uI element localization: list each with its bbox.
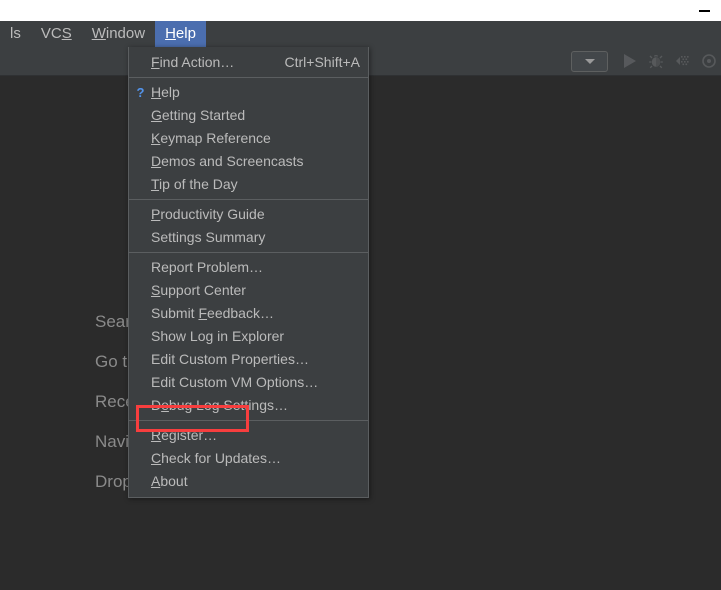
- menubar-item-help-label: elp: [175, 25, 196, 42]
- ide-window: ls VCS Window Help Sear Go t Recent Drop…: [0, 0, 721, 590]
- menu-item-edit-custom-properties-label: Edit Custom Properties…: [151, 351, 309, 367]
- menu-item-submit-feedback-label: Submit Feedback…: [151, 305, 274, 321]
- menu-item-about[interactable]: About: [129, 470, 368, 493]
- menu-item-tip-of-the-day-label: Tip of the Day: [151, 176, 238, 192]
- menu-item-getting-started[interactable]: Getting Started: [129, 104, 368, 127]
- welcome-row-search-label: Sear: [95, 312, 131, 331]
- menu-item-support-center[interactable]: Support Center: [129, 279, 368, 302]
- menu-item-getting-started-label: Getting Started: [151, 107, 246, 123]
- coverage-icon: [676, 56, 689, 66]
- menu-item-settings-summary[interactable]: Settings Summary: [129, 226, 368, 249]
- coverage-button[interactable]: [669, 48, 695, 74]
- menubar: ls VCS Window Help: [0, 21, 721, 47]
- profile-button[interactable]: [695, 48, 721, 74]
- menu-item-report-problem[interactable]: Report Problem…: [129, 256, 368, 279]
- menu-item-edit-custom-properties[interactable]: Edit Custom Properties…: [129, 348, 368, 371]
- menubar-item-vcs-label: VC: [40, 25, 62, 42]
- profile-icon: [702, 54, 716, 68]
- menu-separator-2: [129, 199, 368, 200]
- minimize-icon: [698, 9, 710, 12]
- menu-item-edit-custom-vm-options-label: Edit Custom VM Options…: [151, 374, 319, 390]
- window-titlebar: [0, 0, 721, 21]
- menu-item-productivity-guide-label: Productivity Guide: [151, 206, 265, 222]
- chevron-down-icon: [584, 58, 595, 64]
- menu-item-keymap-reference-label: Keymap Reference: [151, 130, 271, 146]
- menubar-item-window-mnemonic: W: [91, 25, 106, 42]
- menu-item-find-action[interactable]: Find Action… Ctrl+Shift+A: [129, 51, 368, 74]
- menubar-item-window-label: indow: [105, 25, 146, 42]
- menu-item-help-label: Help: [151, 84, 180, 100]
- menu-item-submit-feedback[interactable]: Submit Feedback…: [129, 302, 368, 325]
- menu-item-demos-and-screencasts-label: Demos and Screencasts: [151, 153, 304, 169]
- menu-item-help[interactable]: ? Help: [129, 81, 368, 104]
- window-controls: [687, 0, 721, 21]
- menu-separator-4: [129, 420, 368, 421]
- menu-item-debug-log-settings[interactable]: Debug Log Settings…: [129, 394, 368, 417]
- toolbar-right-group: [571, 47, 721, 75]
- menu-item-find-action-accel: Ctrl+Shift+A: [284, 54, 360, 70]
- menubar-item-vcs-mnemonic: S: [61, 25, 72, 42]
- minimize-button[interactable]: [687, 0, 721, 21]
- menubar-item-window[interactable]: Window: [82, 21, 155, 47]
- menu-item-register[interactable]: Register…: [129, 424, 368, 447]
- menubar-item-help-mnemonic: H: [165, 25, 176, 42]
- run-configuration-selector[interactable]: [571, 50, 608, 72]
- menu-separator-3: [129, 252, 368, 253]
- menu-item-settings-summary-label: Settings Summary: [151, 229, 266, 245]
- menu-item-edit-custom-vm-options[interactable]: Edit Custom VM Options…: [129, 371, 368, 394]
- menubar-item-vcs[interactable]: VCS: [31, 21, 82, 47]
- run-button[interactable]: [617, 48, 643, 74]
- menu-item-demos-and-screencasts[interactable]: Demos and Screencasts: [129, 150, 368, 173]
- menu-item-about-label: About: [151, 473, 188, 489]
- menu-item-keymap-reference[interactable]: Keymap Reference: [129, 127, 368, 150]
- welcome-row-goto: Go t: [95, 352, 127, 372]
- debug-button[interactable]: [643, 48, 669, 74]
- menubar-item-tools[interactable]: ls: [0, 21, 31, 47]
- menu-item-report-problem-label: Report Problem…: [151, 259, 264, 275]
- menubar-item-tools-label: ls: [10, 25, 21, 42]
- menu-item-check-for-updates-label: Check for Updates…: [151, 450, 281, 466]
- menu-item-check-for-updates[interactable]: Check for Updates…: [129, 447, 368, 470]
- menu-item-productivity-guide[interactable]: Productivity Guide: [129, 203, 368, 226]
- menu-item-find-action-label: Find Action…: [151, 54, 235, 70]
- help-question-icon: ?: [136, 85, 145, 100]
- menu-item-support-center-label: Support Center: [151, 282, 246, 298]
- menu-separator-1: [129, 77, 368, 78]
- menu-item-show-log-in-explorer-label: Show Log in Explorer: [151, 328, 285, 344]
- help-dropdown-menu: Find Action… Ctrl+Shift+A ? Help Getting…: [128, 47, 369, 498]
- menu-item-show-log-in-explorer[interactable]: Show Log in Explorer: [129, 325, 368, 348]
- welcome-row-search: Sear: [95, 312, 131, 332]
- menu-item-tip-of-the-day[interactable]: Tip of the Day: [129, 173, 368, 196]
- menubar-item-help[interactable]: Help: [155, 21, 206, 47]
- menu-item-register-label: Register…: [151, 427, 218, 443]
- welcome-row-goto-label: Go t: [95, 352, 128, 371]
- run-icon: [624, 54, 636, 68]
- menu-bottom-pad: [129, 493, 368, 497]
- menu-item-debug-log-settings-label: Debug Log Settings…: [151, 397, 289, 413]
- debug-icon: [649, 54, 663, 69]
